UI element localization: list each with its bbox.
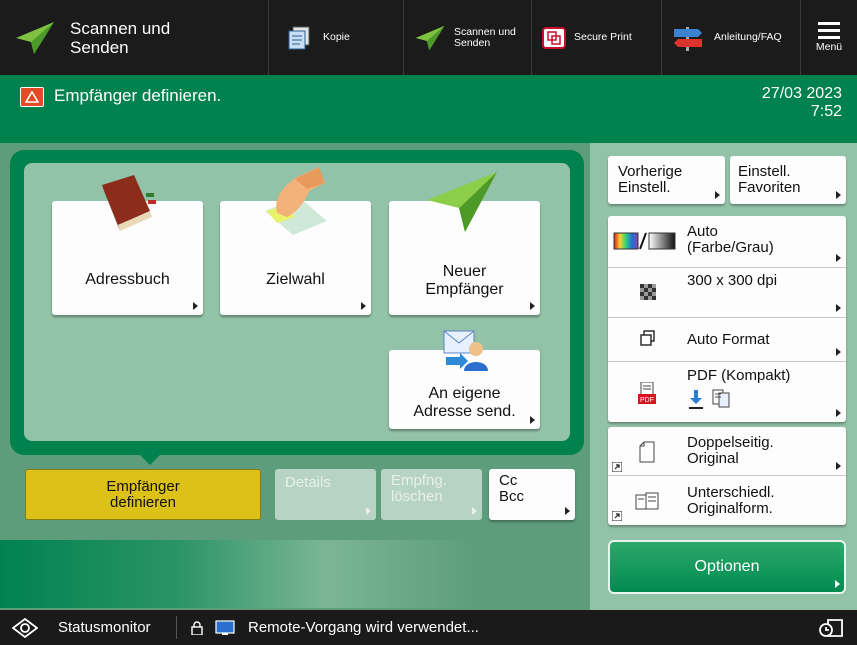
compact-options-icon: [689, 389, 730, 409]
chevron-right-icon: [565, 507, 570, 515]
one-touch-icon: [265, 167, 327, 235]
color-mode-label: Auto (Farbe/Grau): [687, 223, 774, 256]
color-mode-setting[interactable]: Auto (Farbe/Grau): [608, 216, 846, 268]
tab-anleitung-faq-label: Anleitung/FAQ: [714, 31, 782, 43]
footer-divider: [176, 616, 177, 639]
paper-plane-icon: [16, 21, 54, 54]
einstell-favoriten-label: Einstell. Favoriten: [738, 163, 801, 196]
chevron-right-icon: [836, 348, 841, 356]
status-message: Empfänger definieren.: [54, 86, 222, 105]
color-mode-icon: [613, 232, 676, 250]
file-format-label: PDF (Kompakt): [687, 367, 791, 384]
chevron-right-icon: [472, 507, 477, 515]
chevron-right-icon: [835, 580, 840, 588]
duplex-icon: [639, 441, 655, 463]
tab-anleitung-faq[interactable]: Anleitung/FAQ: [661, 0, 800, 75]
scan-size-setting[interactable]: Auto Format: [608, 318, 846, 362]
hamburger-icon: [818, 22, 840, 39]
address-book-icon: [102, 175, 156, 231]
mixed-originals-label: Unterschiedl. Originalform.: [687, 484, 775, 517]
current-function-scan-send[interactable]: Scannen und Senden: [0, 0, 268, 75]
chevron-right-icon: [366, 507, 371, 515]
svg-text:PDF: PDF: [640, 397, 654, 404]
tab-kopie-label: Kopie: [323, 31, 350, 43]
pdf-file-icon: PDF: [638, 382, 656, 404]
chevron-right-icon: [836, 304, 841, 312]
scan-size-icon: [640, 330, 655, 346]
chevron-right-icon: [715, 191, 720, 199]
menu-button[interactable]: Menü: [800, 0, 857, 75]
remote-ui-icon[interactable]: [818, 616, 846, 640]
vorherige-einstell-button[interactable]: Vorherige Einstell.: [608, 156, 725, 204]
cc-bcc-button[interactable]: Cc Bcc: [489, 469, 575, 520]
tab-scannen-senden-label: Scannen und Senden: [454, 25, 516, 49]
panel-pointer: [138, 453, 162, 465]
date: 27/03 2023: [761, 85, 842, 102]
original-settings-group: Doppelseitig. Original Unterschiedl. Ori…: [608, 427, 846, 525]
empfaenger-loeschen-label: Empfng. löschen: [391, 472, 447, 505]
scan-settings-group: Auto (Farbe/Grau) 300 x 300 dpi Auto For…: [608, 216, 846, 422]
duplex-original-setting[interactable]: Doppelseitig. Original: [608, 427, 846, 476]
current-function-label: Scannen und Senden: [70, 18, 171, 57]
mixed-originals-setting[interactable]: Unterschiedl. Originalform.: [608, 476, 846, 525]
details-button[interactable]: Details: [275, 469, 376, 520]
send-to-myself-icon: [443, 330, 488, 371]
copy-icon: [288, 26, 310, 49]
secure-print-icon: [542, 26, 566, 49]
scan-size-label: Auto Format: [687, 331, 770, 348]
footer-bar: Statusmonitor Remote-Vorgang wird verwen…: [0, 610, 857, 645]
background-gradient: [0, 540, 590, 608]
empfaenger-definieren-button[interactable]: Empfänger definieren: [25, 469, 261, 520]
time: 7:52: [810, 103, 842, 120]
empfaenger-loeschen-button[interactable]: Empfng. löschen: [381, 469, 482, 520]
statusmonitor-icon: [12, 617, 38, 638]
chevron-right-icon: [836, 191, 841, 199]
duplex-original-label: Doppelseitig. Original: [687, 434, 774, 467]
cc-bcc-label: Cc Bcc: [499, 472, 525, 505]
chevron-right-icon: [193, 302, 198, 310]
tab-secure-print-label: Secure Print: [574, 31, 632, 43]
tab-kopie[interactable]: Kopie: [268, 0, 403, 75]
resolution-setting[interactable]: 300 x 300 dpi: [608, 268, 846, 318]
menu-label: Menü: [815, 41, 843, 53]
chevron-right-icon: [836, 409, 841, 417]
shortcut-badge-icon: [612, 511, 622, 521]
shortcut-badge-icon: [612, 462, 622, 472]
optionen-label: Optionen: [694, 558, 760, 575]
top-bar: Scannen und Senden Kopie Scannen und Sen…: [0, 0, 857, 75]
remote-monitor-icon: [215, 620, 235, 635]
statusmonitor-button[interactable]: Statusmonitor: [0, 610, 174, 645]
file-format-setting[interactable]: PDF PDF (Kompakt): [608, 362, 846, 422]
details-label: Details: [285, 474, 331, 491]
tab-scannen-senden[interactable]: Scannen und Senden: [403, 0, 531, 75]
einstell-favoriten-button[interactable]: Einstell. Favoriten: [730, 156, 846, 204]
resolution-label: 300 x 300 dpi: [687, 272, 778, 289]
warning-icon: [20, 87, 44, 107]
tab-secure-print[interactable]: Secure Print: [531, 0, 661, 75]
zielwahl-label: Zielwahl: [266, 271, 325, 288]
chevron-right-icon: [530, 416, 535, 424]
vorherige-einstell-label: Vorherige Einstell.: [618, 163, 683, 196]
signpost-icon: [674, 26, 702, 51]
lock-icon: [191, 621, 203, 635]
empfaenger-definieren-label: Empfänger definieren: [106, 477, 180, 511]
date-time: 27/03 2023 7:52: [762, 85, 842, 121]
eigene-adresse-label: An eigene Adresse send.: [413, 384, 516, 420]
chevron-right-icon: [530, 302, 535, 310]
remote-status-text: Remote-Vorgang wird verwendet...: [248, 619, 479, 636]
neuer-empfaenger-label: Neuer Empfänger: [425, 263, 504, 298]
chevron-right-icon: [361, 302, 366, 310]
new-recipient-plane-icon: [427, 172, 497, 232]
resolution-icon: [640, 284, 656, 300]
scan-send-icon: [415, 25, 445, 50]
mixed-originals-icon: [635, 492, 659, 510]
adressbuch-label: Adressbuch: [85, 271, 170, 288]
statusmonitor-label: Statusmonitor: [58, 619, 151, 636]
chevron-right-icon: [836, 462, 841, 470]
chevron-right-icon: [836, 254, 841, 262]
optionen-button[interactable]: Optionen: [608, 540, 846, 594]
